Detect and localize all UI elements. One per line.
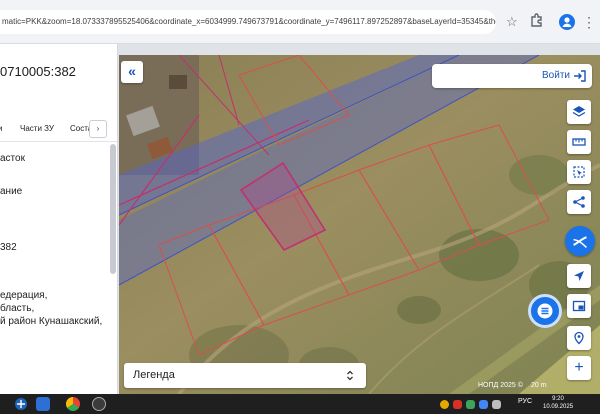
object-info-panel: 0710005:382 и Части ЗУ Соста › асток ани… (0, 44, 118, 394)
picture-in-picture-icon (572, 300, 586, 312)
login-arrow-icon (574, 70, 586, 82)
share-icon (573, 196, 585, 208)
pin-button[interactable] (567, 326, 591, 350)
legend-label: Легенда (133, 369, 175, 381)
chevron-up-down-icon (347, 370, 353, 381)
clock-date: 10.09.2025 (543, 404, 574, 410)
profile-button[interactable] (558, 13, 576, 31)
clock[interactable]: 9:20 10.09.2025 (543, 395, 573, 411)
tray-icon[interactable] (466, 400, 475, 409)
attribution: НОПД 2025 © (478, 382, 523, 389)
browser-toolbar: matic=PKK&zoom=18.073337895525406&coordi… (0, 0, 600, 44)
select-area-icon (573, 166, 585, 178)
info-line: бласть, (0, 303, 35, 314)
login-label: Войти (542, 70, 570, 81)
at-sign-icon[interactable] (92, 397, 106, 411)
puzzle-icon[interactable] (530, 13, 544, 29)
cadastre-button[interactable] (565, 226, 595, 256)
zoom-in-icon[interactable]: + (567, 356, 591, 380)
tray-icon[interactable] (440, 400, 449, 409)
map-canvas[interactable] (119, 55, 600, 394)
start-icon[interactable] (14, 397, 28, 411)
collapse-panel-button[interactable]: « (121, 61, 143, 83)
tray-icon[interactable] (492, 400, 501, 409)
satellite-imagery (119, 55, 600, 394)
login-button[interactable]: Войти (432, 64, 592, 88)
chrome-icon[interactable] (66, 397, 80, 411)
locate-icon (574, 271, 584, 281)
cadastre-logo-icon (573, 236, 587, 248)
ruler-button[interactable] (567, 130, 591, 154)
locate-button[interactable] (567, 264, 591, 288)
info-line: ание (0, 186, 23, 197)
clock-time: 9:20 (552, 396, 564, 402)
menu-fab[interactable] (528, 294, 562, 328)
tab-partial[interactable]: и (0, 124, 2, 133)
tray-icon[interactable] (479, 400, 488, 409)
info-line: 382 (0, 242, 17, 253)
input-language[interactable]: РУС (518, 398, 532, 405)
panel-scrollbar[interactable] (110, 144, 116, 274)
star-outline-icon[interactable]: ☆ (506, 14, 518, 30)
info-line: й район Кунашакский, (0, 316, 103, 327)
list-menu-icon (537, 303, 553, 319)
share-button[interactable] (567, 190, 591, 214)
tab-parts[interactable]: Части ЗУ (20, 124, 54, 133)
ruler-icon (572, 138, 586, 146)
taskbar: РУС 9:20 10.09.2025 (0, 394, 600, 414)
scale-bar: 20 m (531, 382, 547, 389)
browser-app-icon[interactable] (36, 397, 50, 411)
person-icon (559, 14, 575, 30)
cadastral-number: 0710005:382 (0, 64, 76, 79)
kebab-icon[interactable]: ⋮ (580, 13, 598, 31)
tabs-scroll-right-button[interactable]: › (89, 120, 107, 138)
select-area-button[interactable] (567, 160, 591, 184)
info-line: асток (0, 153, 25, 164)
address-bar[interactable]: matic=PKK&zoom=18.073337895525406&coordi… (0, 10, 496, 34)
layers-icon (572, 106, 586, 117)
pin-icon (574, 331, 584, 345)
info-line: едерация, (0, 290, 48, 301)
tray-icon[interactable] (453, 400, 462, 409)
legend-dropdown[interactable]: Легенда (124, 363, 366, 388)
picture-in-picture-button[interactable] (567, 294, 591, 318)
layers-button[interactable] (567, 100, 591, 124)
